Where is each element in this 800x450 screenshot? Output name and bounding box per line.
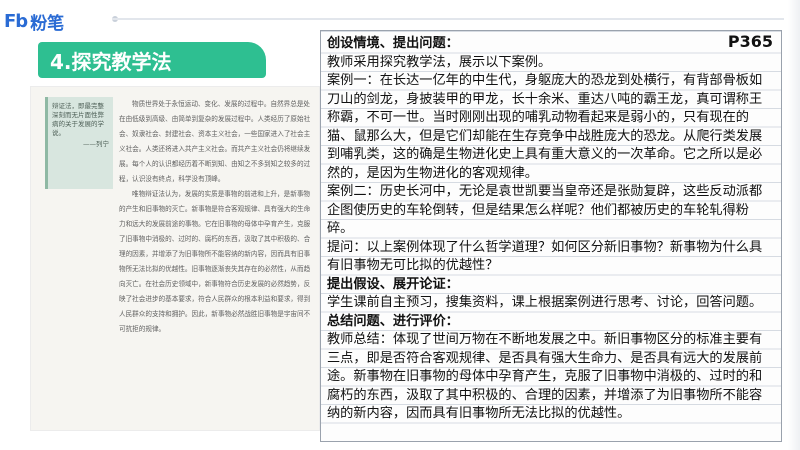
notes-case-two: 案例二：历史长河中，无论是袁世凯要当皇帝还是张勋复辟，这些反动派都企图使历史的车… bbox=[327, 184, 763, 236]
notes-intro: 教师采用探究教学法，展示以下案例。 bbox=[327, 54, 552, 70]
brand-mark: Fb bbox=[4, 10, 28, 32]
header-divider bbox=[112, 18, 784, 20]
brand-name: 粉笔 bbox=[30, 13, 65, 34]
lesson-notes-panel: P365 创设情境、提出问题： 教师采用探究教学法，展示以下案例。 案例一：在长… bbox=[320, 30, 782, 442]
textbook-quote-box: 辩证法，即最完整深刻而无片面性弊病的关于发展的学说。 ——列宁 bbox=[45, 97, 113, 189]
notes-heading-situation: 创设情境、提出问题： bbox=[327, 36, 459, 51]
right-edge-shadow bbox=[788, 0, 800, 450]
textbook-quote-text: 辩证法，即最完整深刻而无片面性弊病的关于发展的学说。 bbox=[52, 102, 104, 137]
notes-heading-summary: 总结问题、进行评价： bbox=[327, 313, 459, 329]
notes-summary: 教师总结：体现了世间万物在不断地发展之中。新旧事物区分的标准主要有三点，即是否符… bbox=[327, 332, 763, 421]
notes-case-one: 案例一：在长达一亿年的中生代，身躯庞大的恐龙到处横行，有背部骨板如刀山的剑龙，身… bbox=[327, 73, 763, 181]
textbook-page-image: 辩证法，即最完整深刻而无片面性弊病的关于发展的学说。 ——列宁 物质世界处于永恒… bbox=[30, 86, 320, 431]
page-number: P365 bbox=[727, 32, 773, 51]
notes-argument: 学生课前自主预习，搜集资料，课上根据案例进行思考、讨论，回答问题。 bbox=[327, 295, 763, 310]
textbook-quote-author: ——列宁 bbox=[83, 140, 109, 148]
section-title: 4.探究教学法 bbox=[50, 49, 172, 74]
notes-question: 提问：以上案例体现了什么哲学道理？如何区分新旧事物？新事物为什么具有旧事物无可比… bbox=[327, 239, 763, 274]
textbook-body: 物质世界处于永恒运动、变化、发展的过程中。自然界总是处在由低级到高级、由简单到复… bbox=[119, 97, 315, 337]
brand-logo: Fb 粉笔 bbox=[4, 8, 64, 34]
textbook-paragraph: 物质世界处于永恒运动、变化、发展的过程中。自然界总是处在由低级到高级、由简单到复… bbox=[119, 100, 311, 183]
textbook-paragraph: 唯物辩证法认为，发展的实质是事物的前进和上升，是新事物的产生和旧事物的灭亡。新事… bbox=[119, 190, 311, 333]
section-title-banner: 4.探究教学法 bbox=[38, 42, 266, 78]
notes-heading-hypothesis: 提出假设、展开论证： bbox=[327, 276, 459, 292]
